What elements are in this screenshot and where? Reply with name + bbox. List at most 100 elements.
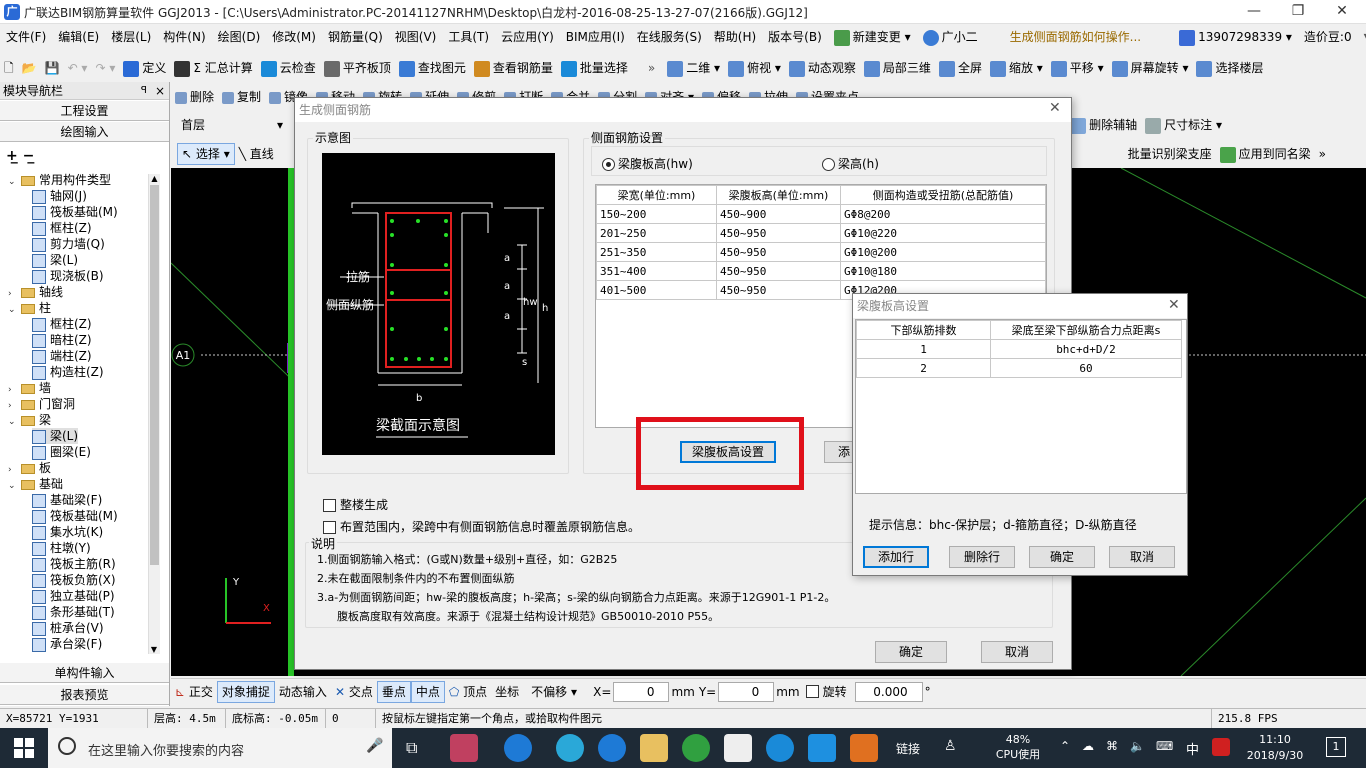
offset-mode-select[interactable]: 不偏移 ▾ [529,682,593,702]
x-input[interactable]: 0 [613,681,670,702]
tray-app-icon[interactable]: ☁ [1082,739,1094,753]
dialog-close-button[interactable]: ✕ [1049,100,1061,116]
menu-item[interactable]: 钢筋量(Q) [322,24,389,50]
close-window-button[interactable]: ✕ [1320,0,1364,24]
table-cell[interactable]: bhc+d+D/2 [990,339,1182,359]
draw-input-button[interactable]: 绘图输入 [0,121,169,142]
links-toolbar[interactable]: 链接 [896,740,920,757]
dialog2-close-button[interactable]: ✕ [1168,297,1180,313]
toolbar-button[interactable]: 批量选择 [557,54,632,82]
fan-app-icon[interactable] [450,734,478,762]
expand-collapse-icons[interactable]: +̲ −̲ [0,142,169,164]
ok-button[interactable]: 确定 [875,641,947,663]
table-cell[interactable]: 450~950 [716,242,841,262]
collapse-icon[interactable]: ⌄ [8,174,18,190]
midpoint-button[interactable]: 中点 [410,680,445,703]
table-cell[interactable]: 450~950 [716,261,841,281]
delete-row-button[interactable]: 删除行 [949,546,1015,568]
view-toolbar-button[interactable]: 选择楼层 [1192,54,1267,82]
task-view-icon[interactable]: ⧉ [406,738,417,758]
windows-start-icon[interactable] [14,738,34,758]
edit-tool-button[interactable]: 删除 [171,83,218,111]
toolbar-button[interactable]: 云检查 [257,54,320,82]
menu-item[interactable]: 视图(V) [389,24,443,50]
perpendicular-button[interactable]: 垂点 [376,680,411,703]
view-toolbar-button[interactable]: 二维 ▾ [663,54,724,82]
view-toolbar-button[interactable]: 缩放 ▾ [986,54,1047,82]
table-row[interactable]: 150~200 450~900 GΦ8@200 [596,204,1046,224]
new-file-icon[interactable]: 🗋 [0,54,18,82]
table-cell[interactable]: GΦ10@200 [840,242,1046,262]
tree-item[interactable]: 圈梁(E) [32,444,91,460]
vertex-button[interactable]: ⬠ 顶点 [445,678,491,706]
tree-item[interactable]: 桩承台(V) [32,620,104,636]
tray-expand-icon[interactable]: ⌃ [1060,739,1070,753]
tree-folder[interactable]: ⌄ 常用构件类型 [8,172,111,188]
tree-item[interactable]: 现浇板(B) [32,268,104,284]
browser-app-icon[interactable] [556,734,584,762]
whole-building-checkbox[interactable]: 整楼生成 [323,496,388,513]
user-account-menu[interactable]: 13907298339 ▾ [1173,24,1298,50]
dynamic-input-button[interactable]: 动态输入 [275,678,331,706]
toolbar-overflow-icon[interactable]: » [644,54,659,82]
taskbar-search-box[interactable]: 在这里输入你要搜索的内容 🎤 [48,728,392,768]
volume-icon[interactable]: 🔈 [1130,739,1145,753]
file-explorer-icon[interactable] [640,734,668,762]
table-cell[interactable]: 450~900 [716,204,841,224]
view-toolbar-button[interactable]: 平移 ▾ [1047,54,1108,82]
menu-item[interactable]: 构件(N) [157,24,211,50]
toolbar-button[interactable]: 查看钢筋量 [470,54,557,82]
tree-folder[interactable]: ⌄ 柱 [8,300,51,316]
tree-item[interactable]: 轴网(J) [32,188,87,204]
menu-item[interactable]: 编辑(E) [52,24,105,50]
table-cell[interactable]: GΦ10@180 [840,261,1046,281]
table-cell[interactable]: 60 [990,358,1182,378]
toolbar-button[interactable]: 平齐板顶 [320,54,395,82]
ortho-button[interactable]: ⊾ 正交 [171,678,217,706]
menu-item[interactable]: 版本号(B) [762,24,828,50]
dialog2-cancel-button[interactable]: 取消 [1109,546,1175,568]
menu-item[interactable]: 在线服务(S) [631,24,708,50]
radio-beam-height[interactable]: 梁高(h) [822,155,879,172]
report-preview-button[interactable]: 报表预览 [0,684,169,705]
table-cell[interactable]: 201~250 [596,223,717,243]
floor-select[interactable]: 首层 ▾ [177,115,287,135]
table-cell[interactable]: 401~500 [596,280,717,300]
menu-item[interactable]: 帮助(H) [708,24,762,50]
blue-app-icon[interactable] [808,734,836,762]
tree-item[interactable]: 筏板基础(M) [32,508,118,524]
tree-item[interactable]: 承台梁(F) [32,636,102,652]
cancel-button[interactable]: 取消 [981,641,1053,663]
tree-item[interactable]: 柱墩(Y) [32,540,91,556]
menu-item[interactable]: BIM应用(I) [560,24,631,50]
menu-item[interactable]: 云应用(Y) [495,24,560,50]
tree-folder[interactable]: › 墙 [8,380,51,396]
menu-item[interactable]: 绘图(D) [212,24,267,50]
tree-item[interactable]: 筏板负筋(X) [32,572,116,588]
view-toolbar-button[interactable]: 局部三维 [860,54,935,82]
redo-icon[interactable]: ↷ ▾ [91,54,119,82]
sogou-icon[interactable] [1212,738,1230,756]
tree-item[interactable]: 基础梁(F) [32,492,102,508]
table-cell[interactable]: 150~200 [596,204,717,224]
menu-item[interactable]: 修改(M) [266,24,322,50]
table-row[interactable]: 2 60 [856,358,1182,378]
pdf-app-icon[interactable] [850,734,878,762]
tree-item[interactable]: 端柱(Z) [32,348,92,364]
tree-item[interactable]: 框柱(Z) [32,220,92,236]
table-cell[interactable]: 450~950 [716,280,841,300]
clock[interactable]: 11:10 2018/9/30 [1240,732,1310,764]
save-file-icon[interactable]: 💾 [41,54,64,82]
table-cell[interactable]: 351~400 [596,261,717,281]
tree-folder[interactable]: › 轴线 [8,284,63,300]
table-cell[interactable]: 1 [856,339,991,359]
view-toolbar-button[interactable]: 屏幕旋转 ▾ [1108,54,1193,82]
collapse-icon[interactable]: ⌄ [8,302,18,318]
edit-tool-button[interactable]: 复制 [218,83,265,111]
input-language[interactable]: 中 [1186,739,1199,758]
rotate-checkbox[interactable] [805,685,819,698]
undo-icon[interactable]: ↶ ▾ [64,54,92,82]
tree-item[interactable]: 筏板基础(M) [32,204,118,220]
tree-item[interactable]: 梁(L) [32,252,78,268]
toolbar3-overflow-icon[interactable]: » [1315,140,1330,168]
